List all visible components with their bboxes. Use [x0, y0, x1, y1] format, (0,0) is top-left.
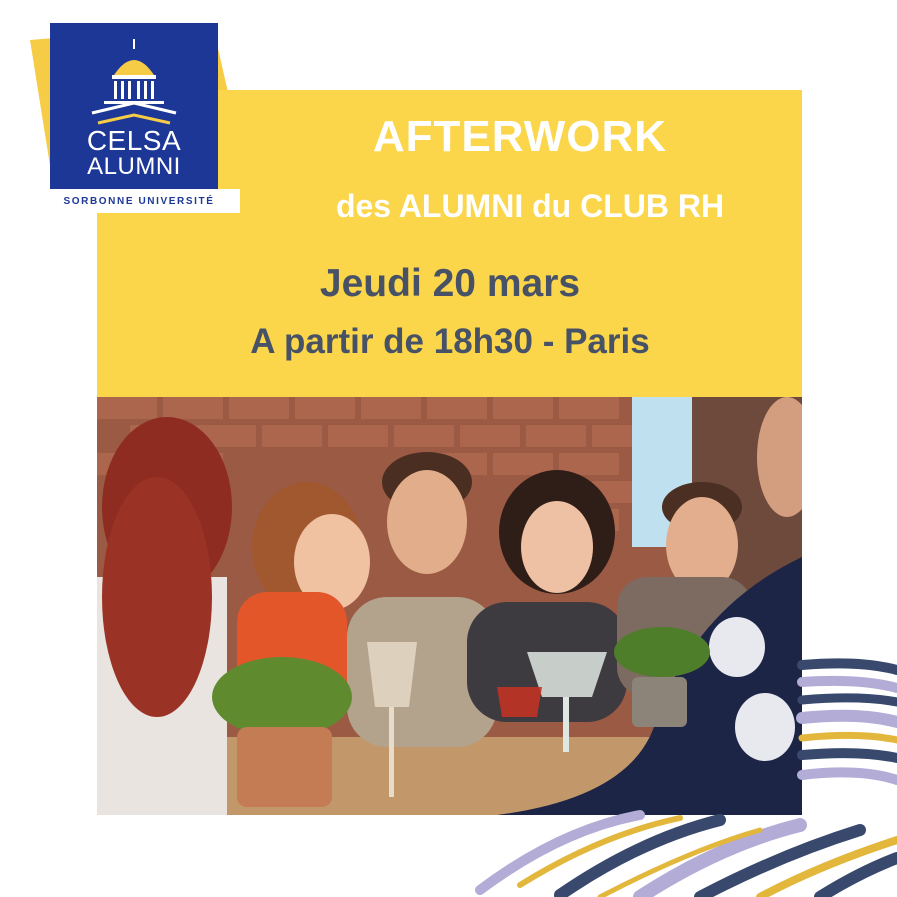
event-title: AFTERWORK	[372, 112, 668, 161]
afterwork-flyer: CELSA ALUMNI SORBONNE UNIVERSITÉ AFTERWO…	[0, 0, 897, 897]
logo-line-1: CELSA	[86, 125, 182, 156]
logo-line-2: ALUMNI	[87, 153, 181, 180]
event-time-place: A partir de 18h30 - Paris	[250, 322, 650, 361]
brush-stroke-decoration	[475, 658, 897, 897]
celsa-alumni-logo: CELSA ALUMNI	[50, 23, 218, 189]
event-subtitle: des ALUMNI du CLUB RH	[335, 188, 725, 224]
logo-subtitle: SORBONNE UNIVERSITÉ	[63, 196, 215, 207]
dome-building-icon	[91, 39, 177, 125]
event-date: Jeudi 20 mars	[319, 262, 581, 305]
